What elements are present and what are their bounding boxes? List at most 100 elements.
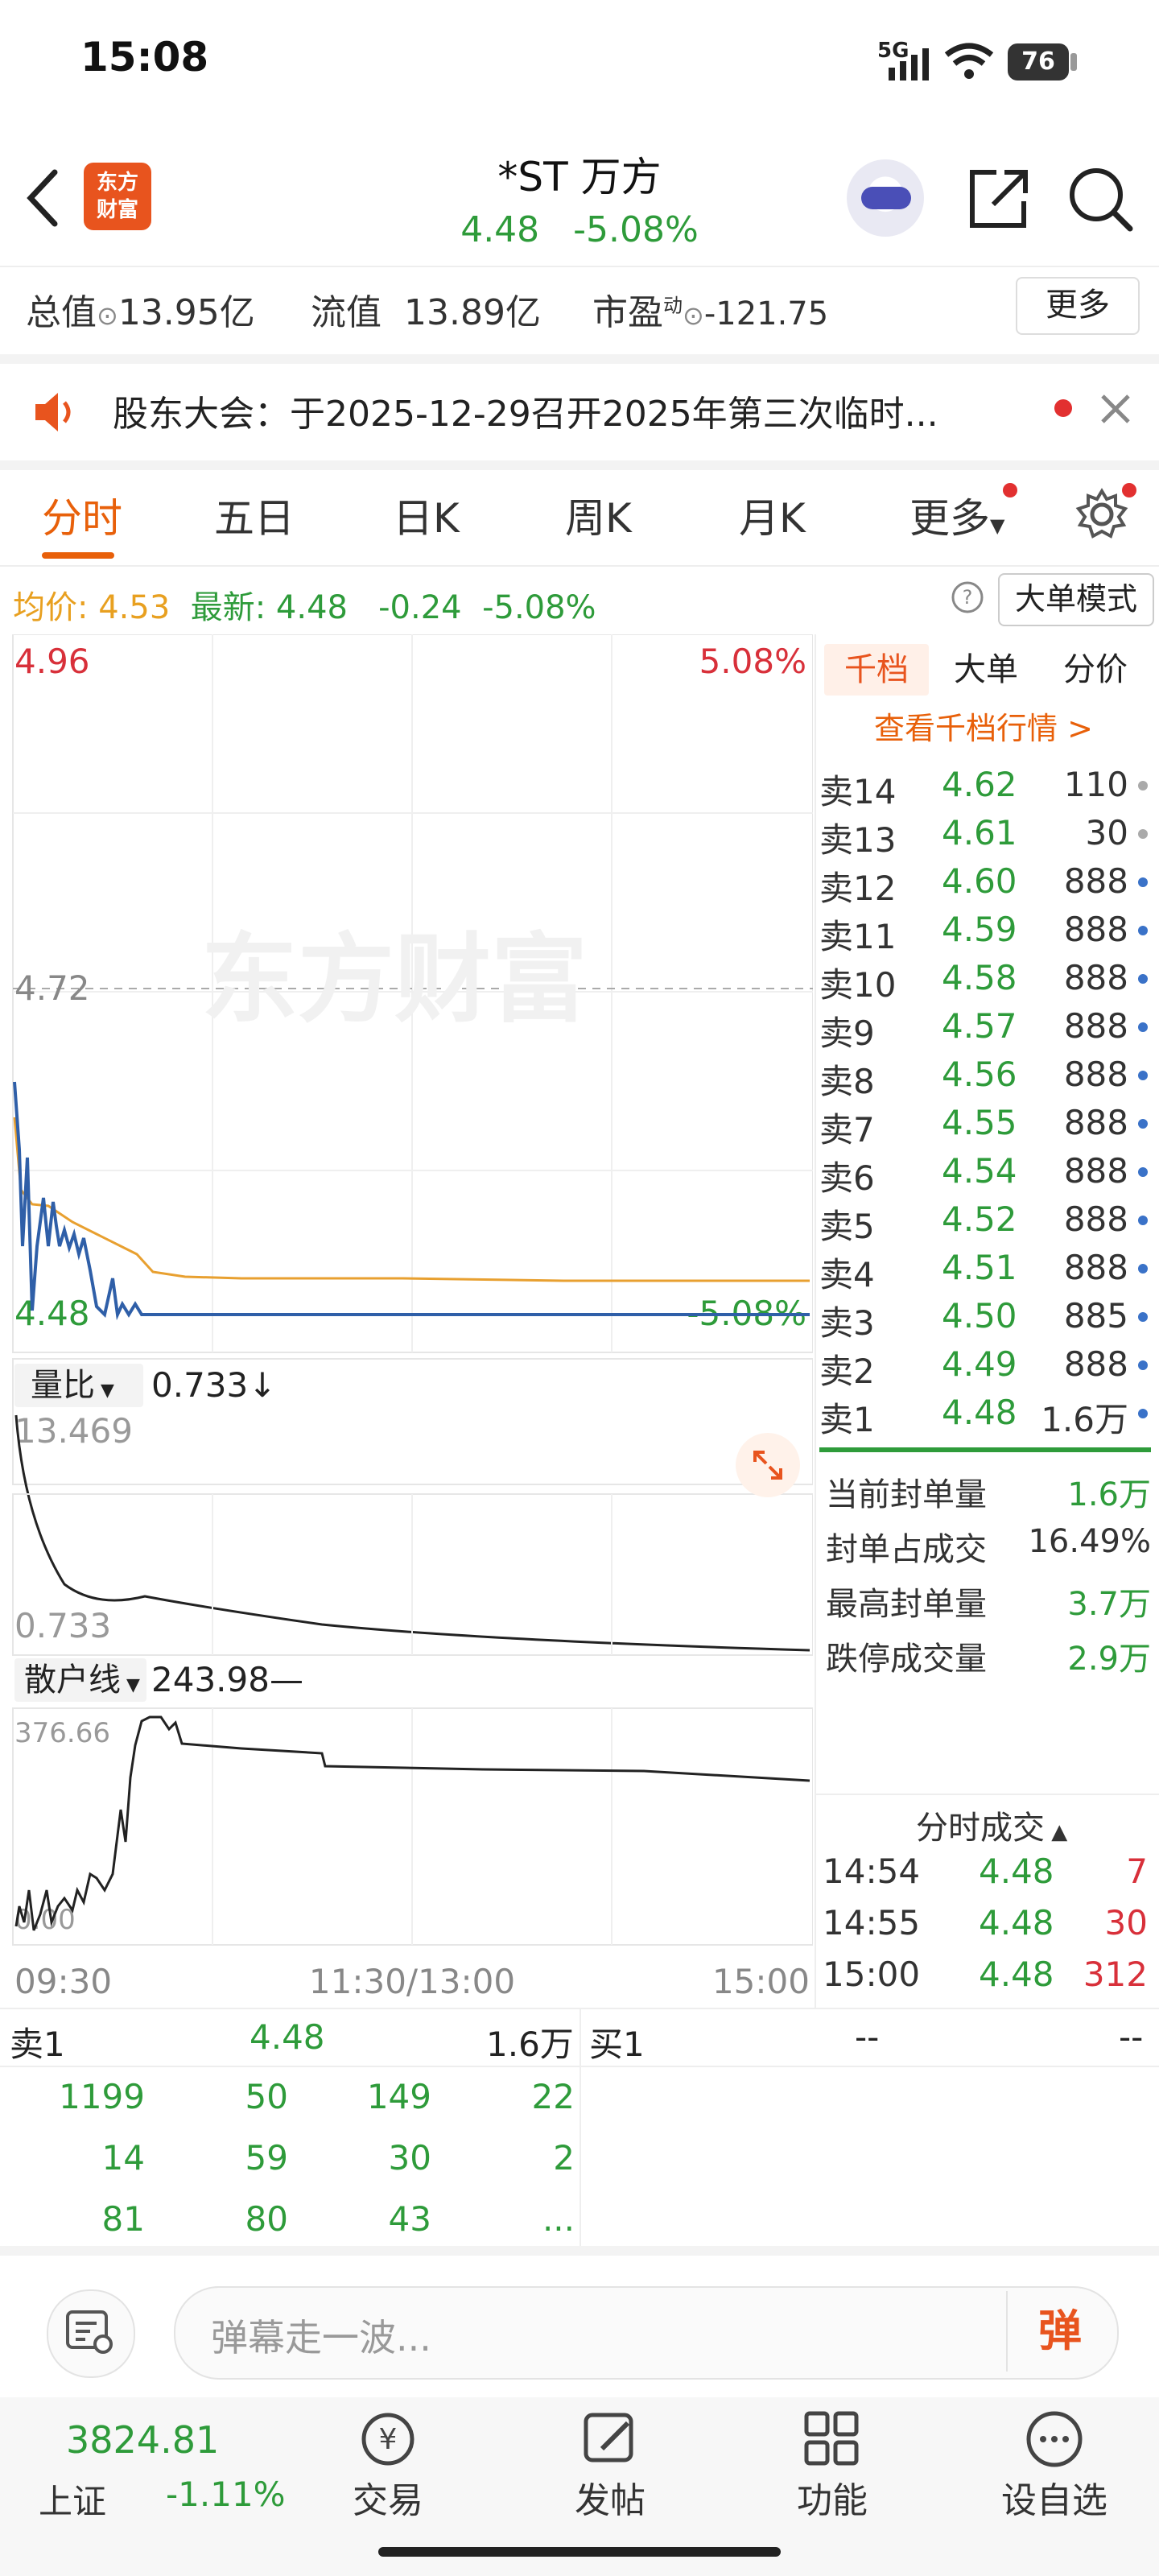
- stock-price: 4.48: [460, 209, 540, 250]
- ask-volume: 110: [1063, 765, 1128, 804]
- tab-more[interactable]: 更多▼: [909, 486, 1004, 544]
- stat-label: 跌停成交量: [826, 1641, 987, 1678]
- nav-add-watchlist[interactable]: 设自选: [974, 2471, 1135, 2523]
- close-icon[interactable]: [1096, 390, 1135, 428]
- danmu-settings-icon: [66, 2310, 113, 2354]
- more-metrics-button[interactable]: 更多: [1016, 277, 1140, 335]
- volume-ratio-selector[interactable]: 量比 ▼: [14, 1364, 143, 1407]
- queue-cell: 81: [101, 2199, 145, 2239]
- ask-label: 卖1: [819, 1400, 875, 1439]
- ask-volume: 888: [1063, 910, 1128, 949]
- stat-value: 1.6万: [1067, 1476, 1151, 1513]
- ask-dot: [1138, 829, 1148, 839]
- ask-dot: [1138, 781, 1148, 791]
- queue-cell: ...: [542, 2199, 575, 2239]
- notice-text[interactable]: 股东大会：于2025-12-29召开2025年第三次临时...: [113, 385, 1014, 436]
- seal-stat-row: 当前封单量 1.6万: [826, 1468, 1151, 1515]
- retail-line-value: 243.98—: [151, 1660, 303, 1699]
- ask-row[interactable]: 卖7 4.55 888: [819, 1103, 1151, 1151]
- notice-divider: [0, 460, 1159, 470]
- retail-max: 376.66: [14, 1717, 110, 1749]
- share-icon[interactable]: [964, 164, 1032, 232]
- trades-header[interactable]: 分时成交 ▲: [916, 1802, 1067, 1848]
- stat-label: 最高封单量: [826, 1586, 987, 1623]
- ask-row[interactable]: 卖3 4.50 885: [819, 1296, 1151, 1344]
- queue-cell: 1199: [59, 2077, 145, 2116]
- ask-row[interactable]: 卖12 4.60 888: [819, 861, 1151, 910]
- ask-row[interactable]: 卖6 4.54 888: [819, 1151, 1151, 1199]
- trade-price: 4.48: [979, 1903, 1054, 1942]
- ask-dot: [1138, 1409, 1148, 1418]
- ask-price: 4.56: [942, 1055, 1017, 1094]
- intraday-chart[interactable]: 东方财富 4.96 5.08% 4.72 4.48 -5.08% 13.469 …: [0, 634, 813, 2003]
- ask-dot: [1138, 1216, 1148, 1225]
- expand-icon[interactable]: [734, 1431, 802, 1499]
- tab-daily-k[interactable]: 日K: [393, 486, 460, 544]
- queue-cell: 30: [388, 2138, 431, 2178]
- chart-high-price: 4.96: [14, 642, 90, 681]
- tab-monthly-k[interactable]: 月K: [739, 486, 806, 544]
- retail-line-selector[interactable]: 散户线 ▼: [14, 1658, 146, 1702]
- ask-label: 卖12: [819, 869, 897, 908]
- time-start: 09:30: [14, 1962, 112, 2001]
- chart-low-price: 4.48: [14, 1294, 90, 1333]
- queue-cell: 50: [245, 2077, 288, 2116]
- tab-five-day[interactable]: 五日: [214, 486, 295, 544]
- robot-face: [861, 187, 911, 209]
- ask-row[interactable]: 卖4 4.51 888: [819, 1248, 1151, 1296]
- nav-post[interactable]: 发帖: [530, 2471, 691, 2523]
- settings-dot: [1122, 483, 1136, 497]
- nav-trade[interactable]: 交易: [307, 2471, 468, 2523]
- ask-row[interactable]: 卖14 4.62 110: [819, 765, 1151, 813]
- wifi-icon: [944, 43, 994, 79]
- queue-cell: 2: [553, 2138, 575, 2178]
- ask-label: 卖2: [819, 1352, 875, 1391]
- chart-high-pct: 5.08%: [699, 642, 806, 681]
- ask-dot: [1138, 1360, 1148, 1370]
- ask-label: 卖4: [819, 1255, 875, 1294]
- app-logo: 东方 财富: [84, 163, 151, 230]
- stat-label: 当前封单量: [826, 1476, 987, 1513]
- tab-intraday[interactable]: 分时: [42, 486, 122, 544]
- ask-row[interactable]: 卖10 4.58 888: [819, 958, 1151, 1006]
- settings-gear-icon[interactable]: [1074, 486, 1130, 543]
- signal-icon: [889, 48, 929, 80]
- danmu-send-button[interactable]: 弹: [1006, 2291, 1112, 2372]
- ask-row[interactable]: 卖2 4.49 888: [819, 1344, 1151, 1393]
- ask-row[interactable]: 卖8 4.56 888: [819, 1055, 1151, 1103]
- tab-weekly-k[interactable]: 周K: [565, 486, 632, 544]
- queue-cell: 43: [388, 2199, 431, 2239]
- total-value: 总值⊙13.95亿: [26, 292, 255, 333]
- tab-price-dist[interactable]: 分价: [1043, 644, 1148, 696]
- ask-price: 4.48: [942, 1393, 1017, 1432]
- nav-function[interactable]: 功能: [752, 2471, 913, 2523]
- trade-volume: 312: [1083, 1955, 1148, 1994]
- depth-link[interactable]: 查看千档行情 >: [823, 704, 1145, 748]
- search-icon[interactable]: [1066, 164, 1135, 233]
- index-name[interactable]: 上证: [39, 2475, 106, 2524]
- seal-stat-row: 跌停成交量 2.9万: [826, 1633, 1151, 1679]
- back-icon[interactable]: [23, 166, 63, 230]
- svg-text:?: ?: [963, 586, 973, 609]
- trades-divider: [816, 1794, 1159, 1795]
- ask-row[interactable]: 卖13 4.61 30: [819, 813, 1151, 861]
- float-value: 流值 13.89亿: [311, 292, 541, 333]
- index-value[interactable]: 3824.81: [66, 2418, 219, 2462]
- stock-price-line: 4.48 -5.08%: [338, 209, 821, 250]
- ask-row[interactable]: 卖9 4.57 888: [819, 1006, 1151, 1055]
- ask-dot: [1138, 1119, 1148, 1129]
- ask-row[interactable]: 卖1 4.48 1.6万: [819, 1393, 1151, 1441]
- index-change[interactable]: -1.11%: [166, 2475, 286, 2514]
- tab-big-order[interactable]: 大单: [934, 644, 1038, 696]
- stat-value: 2.9万: [1067, 1641, 1151, 1678]
- tabs-divider: [0, 565, 1159, 567]
- trade-price: 4.48: [979, 1852, 1054, 1891]
- ask-volume: 888: [1063, 1199, 1128, 1239]
- ask-label: 卖5: [819, 1207, 875, 1246]
- ask-row[interactable]: 卖5 4.52 888: [819, 1199, 1151, 1248]
- help-icon[interactable]: ?: [950, 580, 985, 615]
- tab-depth[interactable]: 千档: [824, 644, 929, 696]
- ask-label: 卖10: [819, 965, 897, 1005]
- ask-row[interactable]: 卖11 4.59 888: [819, 910, 1151, 958]
- big-order-mode-button[interactable]: 大单模式: [998, 573, 1154, 626]
